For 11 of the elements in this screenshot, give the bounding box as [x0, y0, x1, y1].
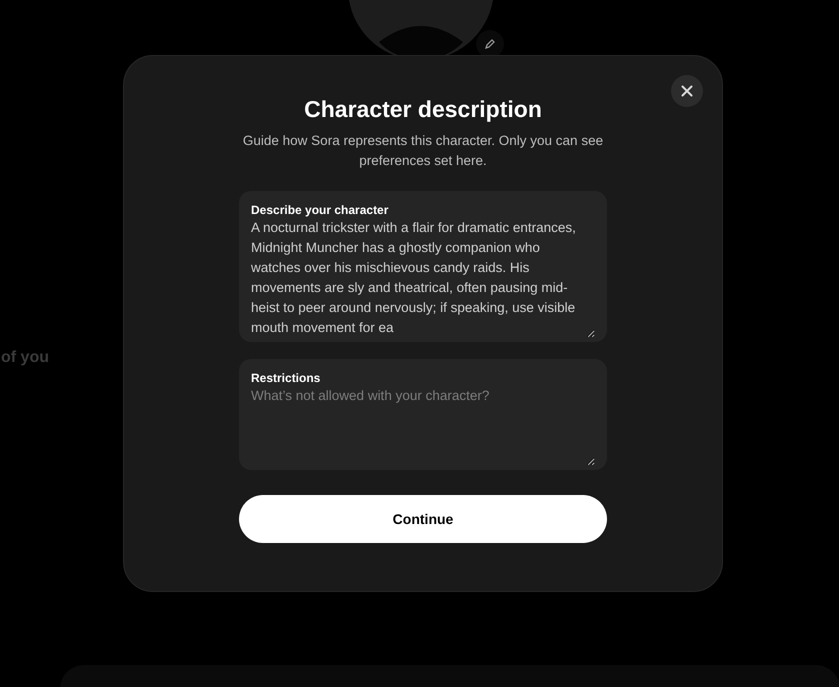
close-button[interactable] — [671, 75, 703, 107]
text-area-field[interactable]: Restrictions What’s not allowed with your character? — [239, 359, 607, 470]
continue-button[interactable]: Continue — [239, 495, 607, 543]
dialog-title: Character description — [304, 96, 542, 123]
dialog-subtitle: Guide how Sora represents this character. Only you can see preferences set here. — [242, 132, 604, 170]
close-icon — [681, 85, 693, 97]
text-area-field[interactable]: Describe your character A nocturnal trickster with a flair for dramatic entrances, Midnight Muncher has a ghostly companion who watches over his mischievous candy raids. His movements are sly and theatrical, often pausing mid-heist to peer around nervously; if speaking, use visible mouth movement for ea — [239, 191, 607, 342]
field-label: Describe your character — [251, 202, 390, 218]
pencil-icon — [484, 38, 496, 50]
background-heading: of you — [1, 349, 49, 367]
field-label: Restrictions — [251, 370, 322, 386]
